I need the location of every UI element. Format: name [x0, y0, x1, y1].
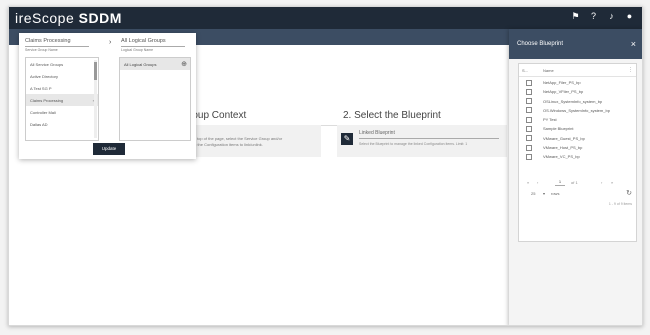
pagination: « ‹ 1 of 1 › »	[519, 176, 636, 188]
row-checkbox[interactable]	[526, 125, 532, 132]
table-header: S... Name ⋮	[519, 64, 636, 77]
list-item[interactable]: Active Directory	[26, 70, 98, 82]
table-row[interactable]: NetApp_Filer_PS_bp	[519, 78, 636, 87]
choose-blueprint-panel: Choose Blueprint × S... Name ⋮ NetApp_Fi…	[509, 29, 642, 325]
table-row[interactable]: VMware_VC_PS_bp	[519, 152, 636, 161]
service-group-underline	[25, 46, 89, 47]
caret-down-icon[interactable]: ▾	[543, 191, 545, 196]
linked-blueprint-field[interactable]	[359, 138, 499, 139]
page-size-select[interactable]: 25	[531, 191, 535, 196]
logical-group-value[interactable]: All Logical Groups	[121, 38, 166, 44]
app-window: ireScope SDDM ⚑ ? ♪ ● roup Context et e …	[8, 6, 643, 326]
step2-title: 2. Select the Blueprint	[343, 110, 441, 121]
step1-card: et e the top of the page, select the Ser…	[181, 125, 321, 157]
update-button[interactable]: Update	[93, 143, 125, 155]
table-row[interactable]: VMware_Host_PS_bp	[519, 143, 636, 152]
linked-blueprint-label: Linked Blueprint	[359, 130, 395, 136]
row-checkbox[interactable]	[526, 116, 532, 123]
chevron-right-icon: ›	[109, 39, 112, 46]
list-item[interactable]: Dallas AD	[26, 118, 98, 130]
table-row[interactable]: Sample Blueprint	[519, 124, 636, 133]
column-header-name[interactable]: Name	[543, 68, 554, 73]
list-item[interactable]: All Service Groups	[26, 58, 98, 70]
row-checkbox[interactable]	[526, 135, 532, 142]
service-group-value[interactable]: Claims Processing	[25, 38, 71, 44]
step1-title: roup Context	[189, 110, 247, 121]
panel-header: Choose Blueprint ×	[509, 29, 642, 59]
close-icon[interactable]: ×	[631, 39, 636, 49]
logical-group-underline	[121, 46, 185, 47]
table-row[interactable]: VMware_Guest_PS_bp	[519, 134, 636, 143]
table-row[interactable]: OS.Windows_SystemInfo_system_bp	[519, 106, 636, 115]
table-row[interactable]: NetApp_VFiler_PS_bp	[519, 87, 636, 96]
edit-blueprint-button[interactable]: ✎	[341, 133, 353, 145]
step2-card: ✎ Linked Blueprint Select the Blueprint …	[337, 125, 507, 157]
last-page-button[interactable]: »	[611, 180, 613, 185]
list-item[interactable]: A Test SG P	[26, 82, 98, 94]
list-item-selected[interactable]: Claims Processing›	[26, 94, 98, 106]
row-checkbox[interactable]	[526, 107, 532, 114]
blueprint-table: S... Name ⋮ NetApp_Filer_PS_bp NetApp_VF…	[518, 63, 637, 242]
app-brand: ireScope SDDM	[15, 10, 122, 26]
refresh-icon[interactable]: ↻	[626, 189, 632, 197]
row-checkbox[interactable]	[526, 153, 532, 160]
group-context-dropdown: Claims Processing Service Group Name › A…	[19, 33, 196, 159]
rows-label: rows	[551, 191, 560, 196]
service-group-caption: Service Group Name	[25, 48, 58, 52]
row-checkbox[interactable]	[526, 79, 532, 86]
page-number-input[interactable]: 1	[555, 178, 565, 186]
top-bar: ireScope SDDM ⚑ ? ♪ ●	[9, 7, 642, 29]
table-body: NetApp_Filer_PS_bp NetApp_VFiler_PS_bp O…	[519, 78, 636, 162]
page-count: of 1	[571, 180, 578, 185]
logical-group-list: All Logical Groups ⊕	[119, 57, 191, 141]
page-size: 25 ▾ rows ↻	[519, 188, 636, 200]
top-icons: ⚑ ? ♪ ●	[571, 12, 634, 21]
add-icon[interactable]: ⊕	[181, 60, 187, 68]
row-checkbox[interactable]	[526, 144, 532, 151]
user-icon[interactable]: ●	[625, 12, 634, 21]
column-header-select[interactable]: S...	[522, 68, 528, 73]
panel-title: Choose Blueprint	[517, 41, 564, 47]
list-item[interactable]: Controller Mali	[26, 106, 98, 118]
scrollbar[interactable]	[94, 60, 97, 138]
help-icon[interactable]: ?	[589, 12, 598, 21]
bell-icon[interactable]: ♪	[607, 12, 616, 21]
items-summary: 1 - 9 of 9 items	[608, 202, 632, 206]
service-group-list: All Service Groups Active Directory A Te…	[25, 57, 99, 141]
next-page-button[interactable]: ›	[601, 180, 602, 185]
table-row[interactable]: OSLinux_SystemInfo_system_bp	[519, 97, 636, 106]
scrollbar-thumb[interactable]	[94, 62, 97, 80]
prev-page-button[interactable]: ‹	[537, 180, 538, 185]
row-checkbox[interactable]	[526, 88, 532, 95]
row-checkbox[interactable]	[526, 98, 532, 105]
table-row[interactable]: PY Test	[519, 115, 636, 124]
column-menu-icon[interactable]: ⋮	[628, 67, 633, 73]
flag-icon[interactable]: ⚑	[571, 12, 580, 21]
linked-blueprint-hint: Select the Blueprint to manage the linke…	[359, 142, 468, 146]
first-page-button[interactable]: «	[527, 180, 529, 185]
logical-group-caption: Logical Group Name	[121, 48, 154, 52]
list-item[interactable]: All Logical Groups ⊕	[120, 58, 190, 70]
